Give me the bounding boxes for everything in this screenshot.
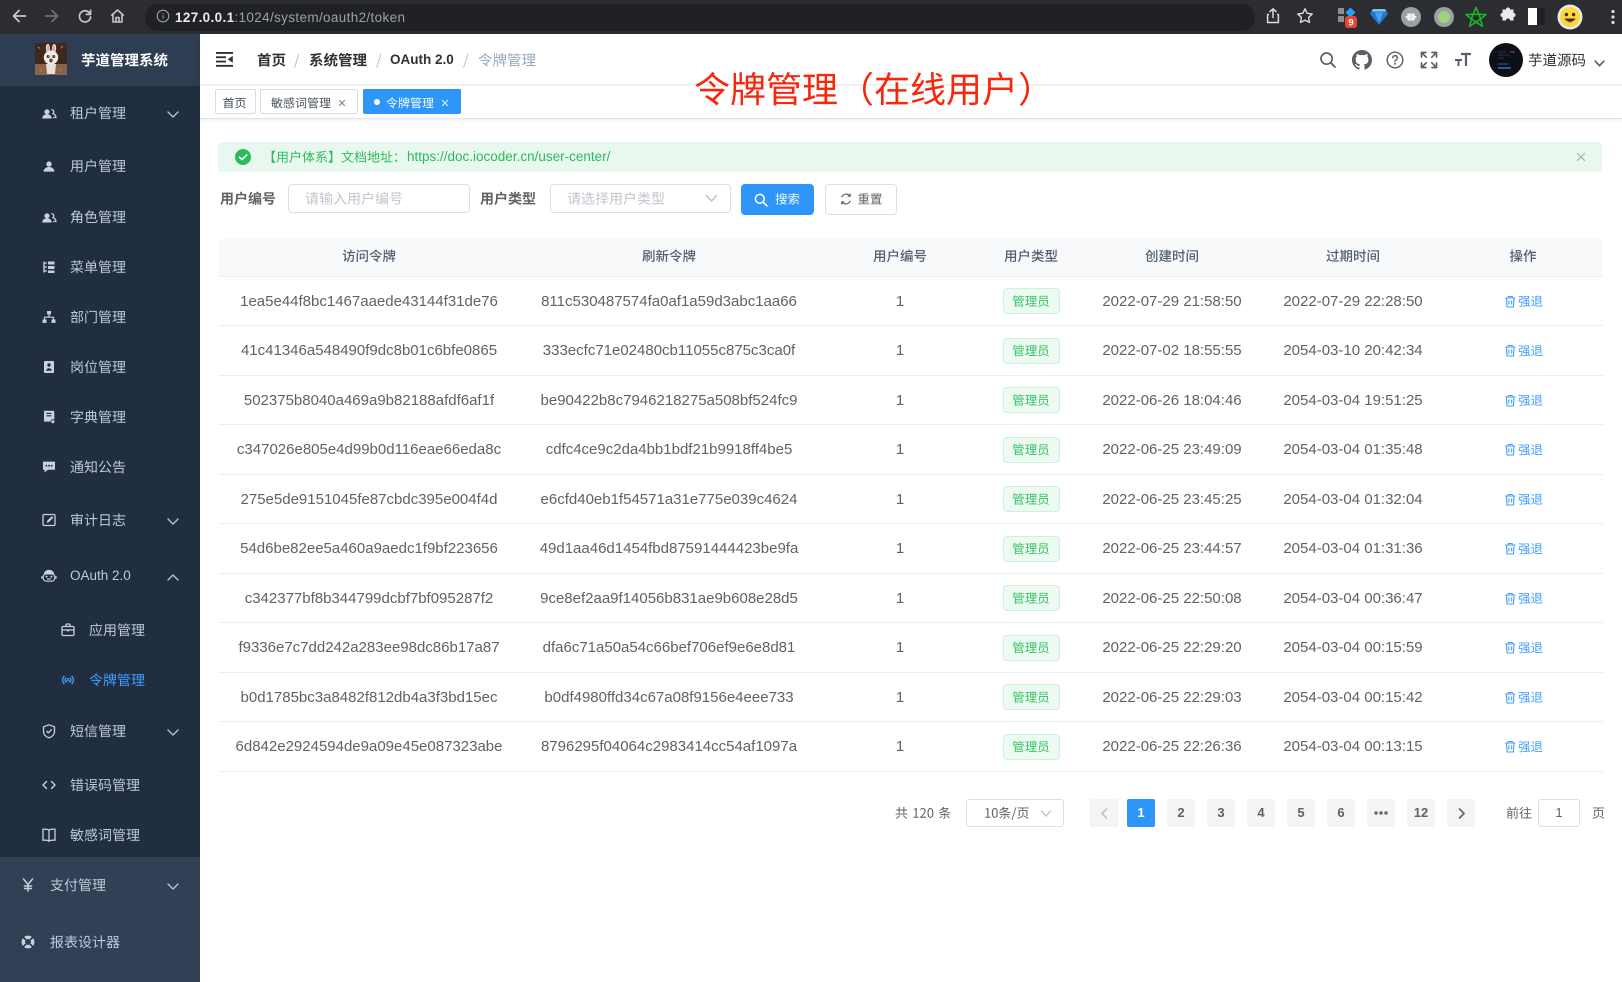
svg-text:A: A	[66, 677, 71, 684]
svg-text:9: 9	[1348, 18, 1353, 29]
